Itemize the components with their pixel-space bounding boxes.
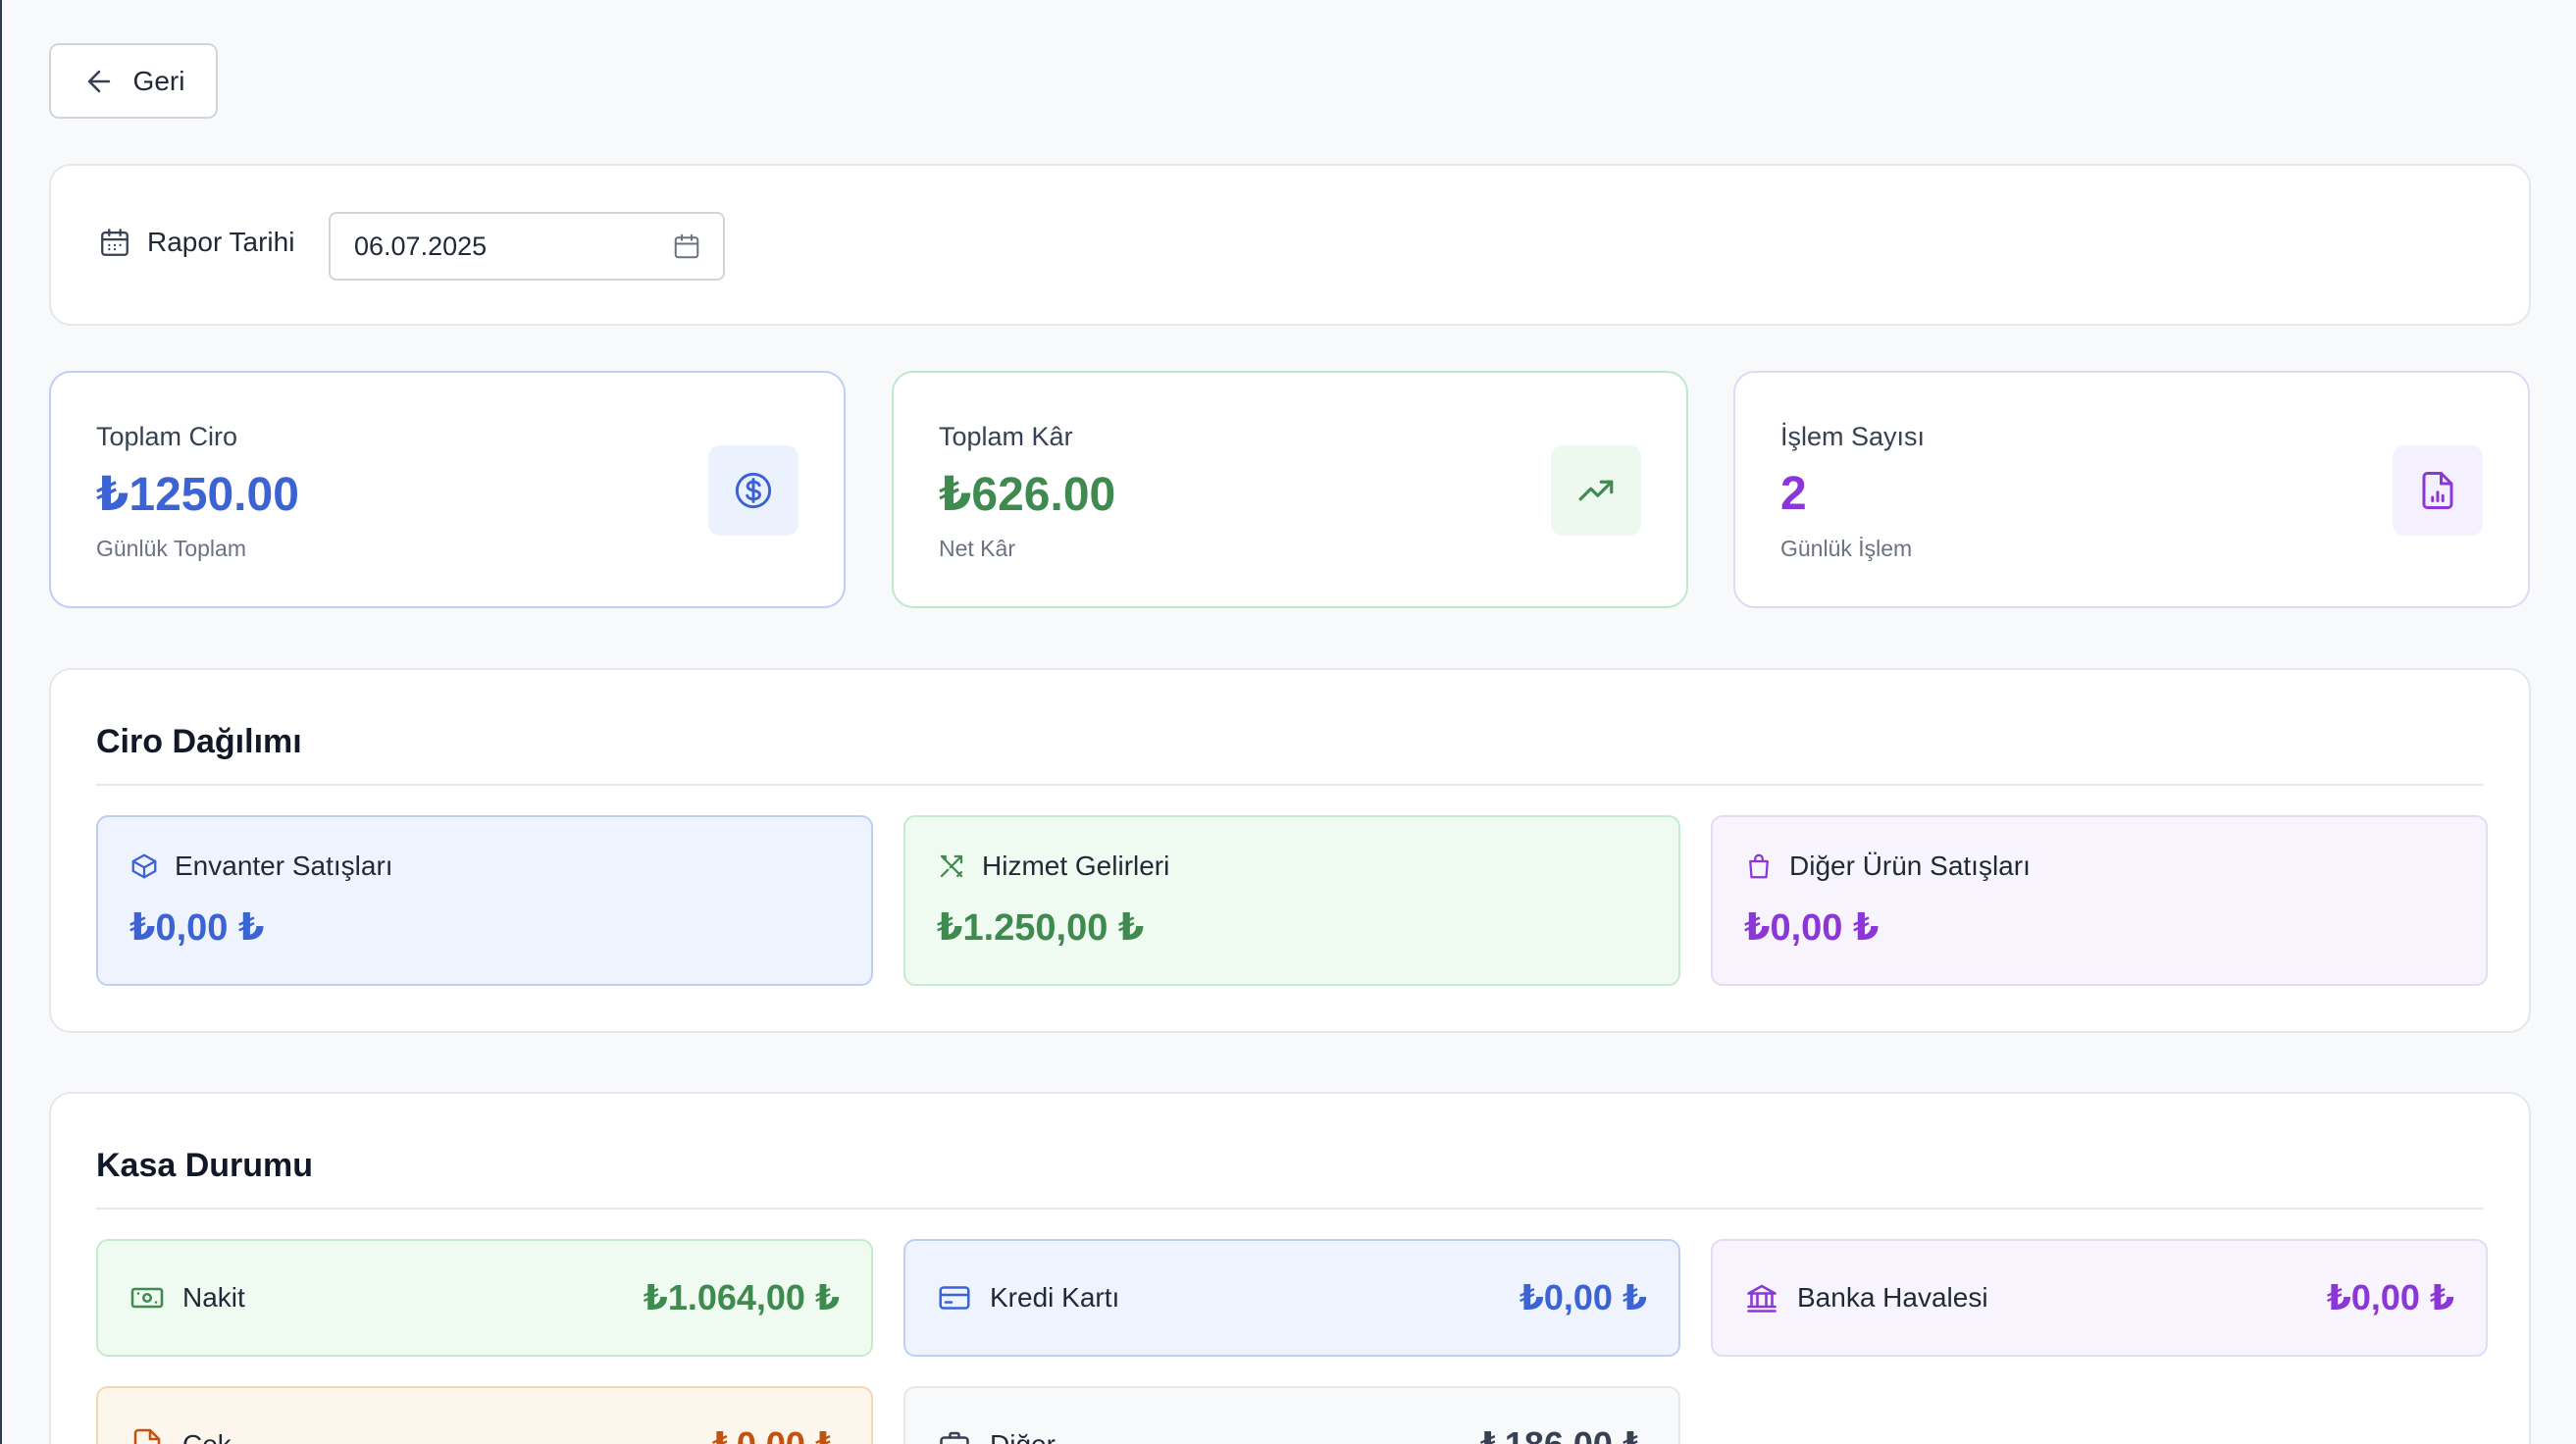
divider (96, 784, 2484, 786)
tile-header: Nakit (129, 1280, 245, 1315)
back-button-label: Geri (132, 65, 185, 96)
report-date-label: Rapor Tarihi (147, 227, 295, 257)
revenue-tile-services: Hizmet Gelirleri ₺1.250,00 ₺ (903, 815, 1680, 986)
arrow-left-icon (87, 70, 110, 92)
tile-label: Çek (182, 1429, 232, 1444)
banknote-icon (130, 1287, 164, 1309)
tile-value: ₺186,00 ₺ (1480, 1424, 1647, 1444)
tile-label: Nakit (182, 1282, 245, 1313)
stat-value: 2 (1780, 468, 1807, 520)
revenue-breakdown-card: Ciro Dağılımı Envanter Satışları ₺0,00 ₺… (49, 668, 2531, 1033)
stat-card-total-revenue: Toplam Ciro ₺1250.00 Günlük Toplam (49, 371, 846, 608)
tile-value: ₺1.064,00 ₺ (643, 1277, 840, 1317)
tile-label: Hizmet Gelirleri (982, 851, 1170, 881)
cash-status-card: Kasa Durumu Nakit ₺1.064,00 ₺ Kredi Kart… (49, 1092, 2531, 1444)
tools-icon (940, 854, 963, 878)
tile-header: Çek (129, 1427, 232, 1444)
stat-label: İşlem Sayısı (1780, 422, 1926, 451)
tile-value: ₺0,00 ₺ (1744, 907, 1880, 949)
stat-subtitle: Günlük Toplam (96, 536, 246, 561)
revenue-tile-inventory: Envanter Satışları ₺0,00 ₺ (96, 815, 873, 986)
tile-label: Banka Havalesi (1797, 1282, 1988, 1313)
tile-label: Diğer (990, 1429, 1056, 1444)
stat-value: ₺626.00 (939, 469, 1116, 521)
cash-tile-check: Çek ₺0,00 ₺ (96, 1386, 873, 1444)
credit-card-icon (939, 1286, 970, 1310)
box-icon (131, 853, 157, 879)
divider (96, 1208, 2484, 1210)
cash-tile-other: Diğer ₺186,00 ₺ (903, 1386, 1680, 1444)
revenue-tile-other-products: Diğer Ürün Satışları ₺0,00 ₺ (1711, 815, 2488, 986)
calendar-icon (101, 229, 129, 256)
stat-card-total-profit: Toplam Kâr ₺626.00 Net Kâr (892, 371, 1688, 608)
cash-tile-nakit: Nakit ₺1.064,00 ₺ (96, 1239, 873, 1357)
tile-value: ₺1.250,00 ₺ (937, 907, 1145, 949)
cash-tile-bank-transfer: Banka Havalesi ₺0,00 ₺ (1711, 1239, 2488, 1357)
back-button[interactable]: Geri (49, 43, 218, 119)
report-date-card: Rapor Tarihi 06.07.2025 (49, 164, 2531, 326)
bank-icon (1747, 1284, 1777, 1313)
tile-label: Diğer Ürün Satışları (1789, 851, 2031, 881)
stat-label: Toplam Kâr (939, 422, 1073, 451)
section-title: Ciro Dağılımı (96, 723, 302, 760)
calendar-picker-icon[interactable] (672, 232, 701, 261)
stat-label: Toplam Ciro (96, 422, 238, 451)
tile-header: Hizmet Gelirleri (937, 851, 1169, 882)
tile-value: ₺0,00 ₺ (1519, 1277, 1647, 1317)
tile-header: Diğer (937, 1427, 1056, 1444)
stat-subtitle: Net Kâr (939, 536, 1015, 561)
briefcase-icon (940, 1431, 969, 1444)
cash-tile-credit-card: Kredi Kartı ₺0,00 ₺ (903, 1239, 1680, 1357)
tile-value: ₺0,00 ₺ (129, 907, 265, 949)
report-date-label-group: Rapor Tarihi (98, 226, 294, 259)
tile-header: Kredi Kartı (937, 1280, 1119, 1315)
stat-subtitle: Günlük İşlem (1780, 536, 1913, 561)
stat-value: ₺1250.00 (96, 469, 299, 521)
tile-header: Envanter Satışları (129, 851, 393, 882)
tile-label: Kredi Kartı (990, 1282, 1120, 1313)
trending-up-icon (1551, 445, 1641, 536)
dollar-circle-icon (708, 445, 799, 536)
tile-value: ₺0,00 ₺ (712, 1424, 840, 1444)
report-date-value: 06.07.2025 (354, 231, 488, 261)
report-date-input[interactable]: 06.07.2025 (329, 212, 725, 281)
tile-header: Diğer Ürün Satışları (1744, 851, 2031, 882)
tile-label: Envanter Satışları (175, 851, 393, 881)
file-chart-icon (2393, 445, 2483, 536)
shopping-bag-icon (1749, 853, 1769, 879)
file-icon (133, 1428, 161, 1444)
section-title: Kasa Durumu (96, 1147, 314, 1184)
stat-card-transaction-count: İşlem Sayısı 2 Günlük İşlem (1733, 371, 2530, 608)
tile-value: ₺0,00 ₺ (2326, 1277, 2454, 1317)
tile-header: Banka Havalesi (1744, 1280, 1988, 1315)
